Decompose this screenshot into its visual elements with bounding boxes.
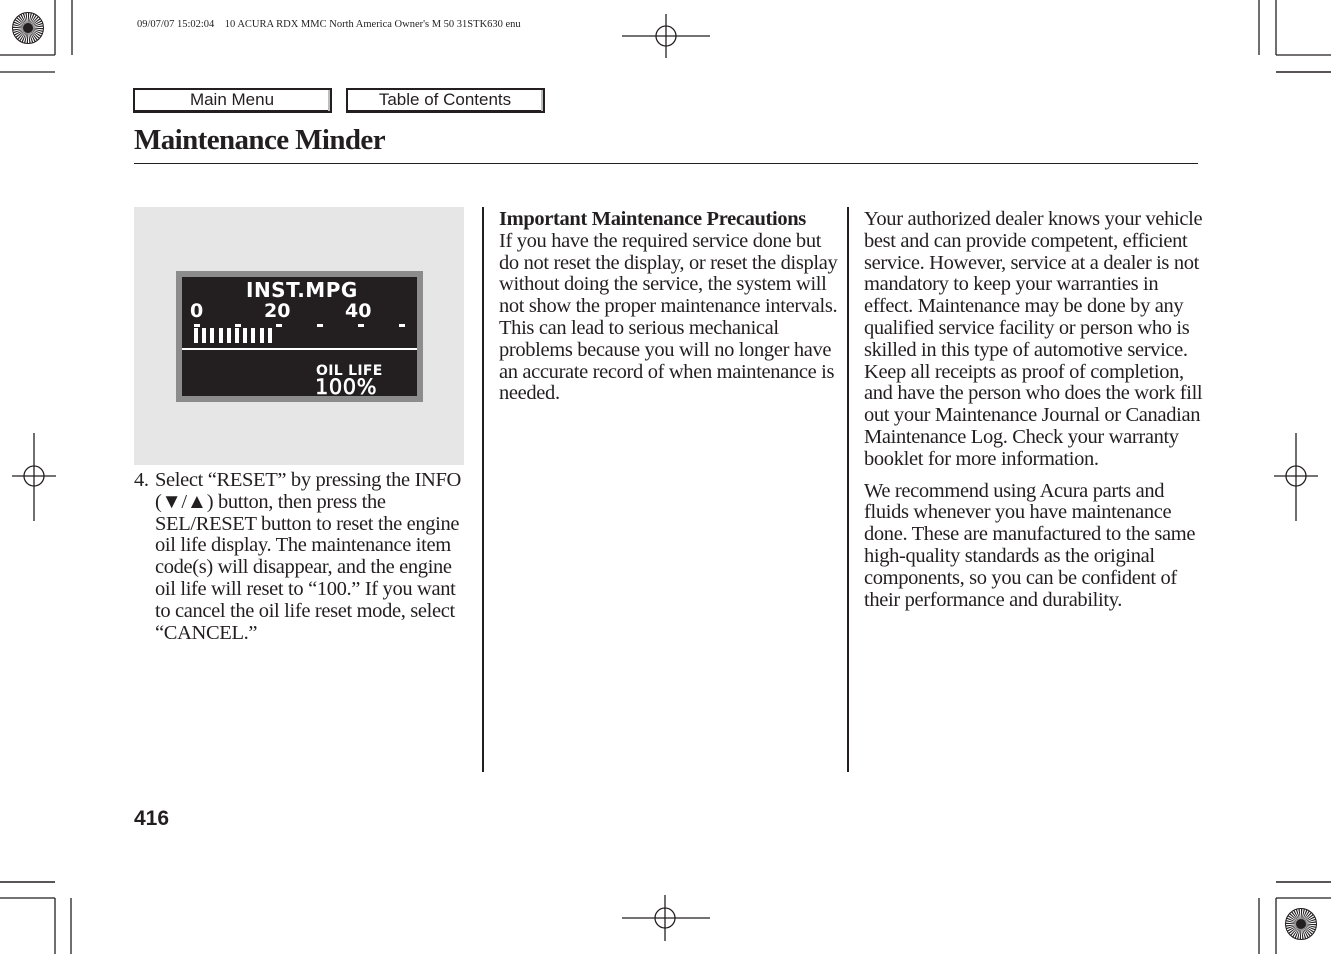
lcd-scale-label: 0 [190,300,204,322]
step-text: Select “RESET” by pressing the INFO (▼/▲… [155,469,462,644]
inst-mpg-bar-segment [226,328,231,343]
crop-mark-top-right [1258,0,1331,73]
page-title: Maintenance Minder [134,124,386,156]
inst-mpg-bar-segment [218,328,223,343]
title-rule [134,163,1198,164]
page-number: 416 [134,807,170,830]
inst-mpg-bar-segment [235,328,239,343]
lcd-scale-tick [399,324,405,327]
lcd-divider [182,348,417,350]
inst-mpg-bar-segment [210,328,215,343]
registration-starburst-icon [1285,908,1317,940]
print-document-id: 10 ACURA RDX MMC North America Owner's M… [224,19,521,30]
column-divider [847,207,849,772]
inst-mpg-bar-segment [259,328,264,343]
multi-information-display: INST.MPG 0 20 40 OIL LIFE 100% [182,277,417,400]
registration-crosshair-icon [622,895,710,941]
registration-starburst-icon [12,12,44,44]
print-timestamp: 09/07/07 15:02:04 [137,19,215,30]
crop-mark-bottom-left [0,881,72,954]
inst-mpg-bar-segment [202,328,207,343]
paragraph-dealer-service: Your authorized dealer knows your vehicl… [864,208,1203,470]
lcd-scale-label: 20 [264,300,291,322]
main-menu-button[interactable]: Main Menu [133,88,332,113]
column-1: 4. Select “RESET” by pressing the INFO (… [134,469,464,644]
paragraph-acura-parts: We recommend using Acura parts and fluid… [864,479,1196,611]
column-2: Important Maintenance Precautions If you… [499,208,839,405]
lcd-frame: INST.MPG 0 20 40 OIL LIFE 100% [176,271,423,402]
lcd-title: INST.MPG [246,278,358,302]
registration-crosshair-icon [622,14,710,58]
lcd-scale-tick [276,324,282,327]
lcd-scale-tick [235,324,241,327]
lcd-scale-tick [194,324,200,327]
section-heading: Important Maintenance Precautions [499,208,806,230]
step-number: 4. [134,469,149,491]
section-body: If you have the required service done bu… [499,229,838,405]
table-of-contents-button[interactable]: Table of Contents [346,88,545,113]
column-divider [482,207,484,772]
oil-life-value: 100% [315,375,378,400]
print-slug: 09/07/07 15:02:04 10 ACURA RDX MMC North… [137,19,521,30]
inst-mpg-bar-segment [194,328,198,343]
step-item: 4. Select “RESET” by pressing the INFO (… [134,469,464,644]
registration-crosshair-icon [12,433,56,521]
lcd-scale-tick [358,324,364,327]
column-3: Your authorized dealer knows your vehicl… [864,208,1209,611]
lcd-scale-label: 40 [345,300,372,322]
registration-crosshair-icon [1274,433,1318,521]
inst-mpg-bar-segment [251,328,256,343]
inst-mpg-bar-segment [243,328,248,343]
lcd-scale-tick [317,324,323,327]
inst-mpg-bar-segment [267,328,272,343]
